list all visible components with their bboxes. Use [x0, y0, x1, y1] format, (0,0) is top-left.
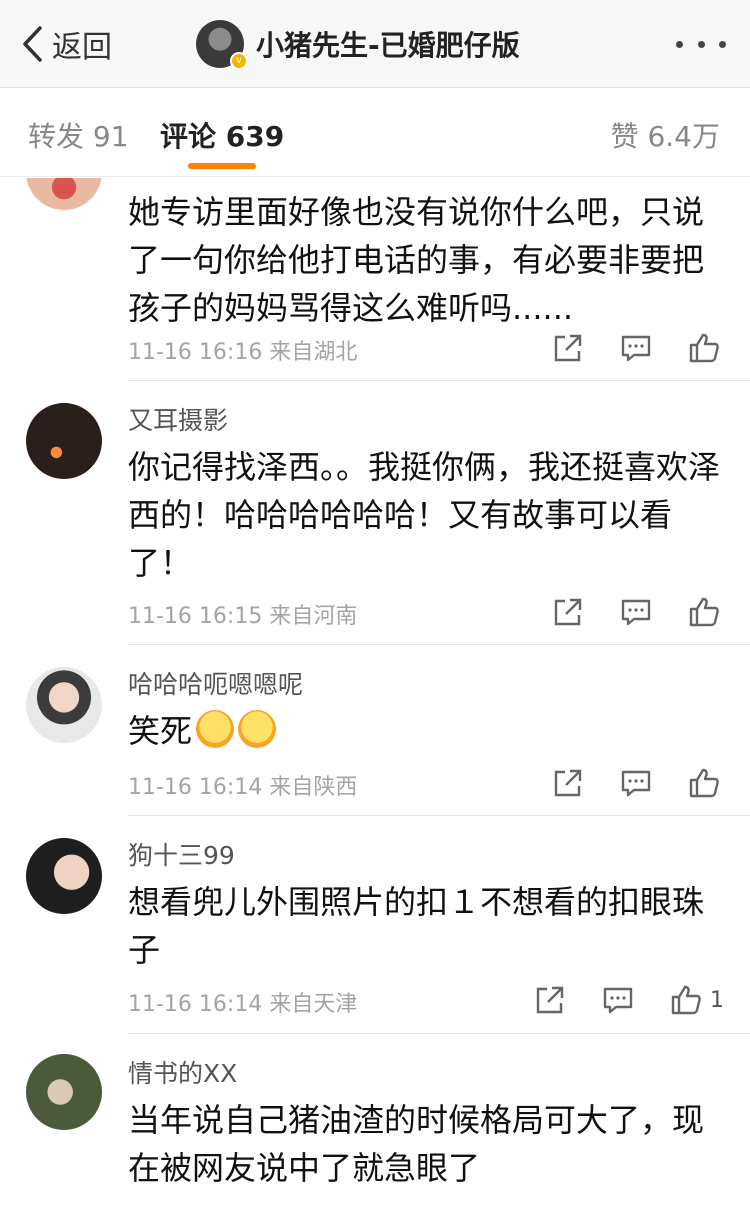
comment-username[interactable]: 狗十三99	[128, 838, 722, 874]
comment-text: 想看兜儿外围照片的扣１不想看的扣眼珠子	[128, 883, 705, 969]
comment-icon	[621, 335, 651, 362]
comment-list[interactable]: 她专访里面好像也没有说你什么吧，只说了一句你给他打电话的事，有必要非要把孩子的妈…	[0, 178, 750, 1226]
comment-actions	[520, 328, 724, 368]
comment-item: 情书的XX 当年说自己猪油渣的时候格局可大了，现在被网友说中了就急眼了	[0, 1034, 750, 1226]
reply-button[interactable]	[616, 328, 656, 368]
comment-body: 又耳摄影 你记得找泽西。。我挺你俩，我还挺喜欢泽西的！哈哈哈哈哈哈！又有故事可以…	[128, 403, 722, 587]
comment-meta: 11-16 16:14 来自陕西	[128, 775, 358, 800]
share-button[interactable]	[548, 328, 588, 368]
share-button[interactable]	[530, 980, 570, 1020]
comment-body: 哈哈哈呃嗯嗯呢 笑死	[128, 667, 722, 755]
comment-body: 情书的XX 当年说自己猪油渣的时候格局可大了，现在被网友说中了就急眼了	[128, 1056, 722, 1192]
comment-username[interactable]: 哈哈哈呃嗯嗯呢	[128, 667, 722, 703]
back-label: 返回	[52, 30, 112, 65]
comment-text: 当年说自己猪油渣的时候格局可大了，现在被网友说中了就急眼了	[128, 1101, 705, 1187]
avatar[interactable]	[26, 403, 102, 479]
avatar[interactable]	[26, 838, 102, 914]
thumbs-up-icon	[689, 597, 719, 627]
comment-body: 狗十三99 想看兜儿外围照片的扣１不想看的扣眼珠子	[128, 838, 722, 974]
like-button[interactable]	[666, 980, 706, 1020]
active-tab-indicator	[188, 163, 256, 169]
share-button[interactable]	[548, 592, 588, 632]
top-nav-bar: 返回 v 小猪先生-已婚肥仔版	[0, 0, 750, 88]
avatar[interactable]	[26, 178, 102, 210]
reply-button[interactable]	[616, 763, 656, 803]
thumbs-up-icon	[689, 333, 719, 363]
thumbs-up-icon	[671, 985, 701, 1015]
share-button[interactable]	[548, 763, 588, 803]
avatar[interactable]	[26, 1054, 102, 1130]
comment-text: 笑死	[128, 707, 722, 755]
avatar[interactable]	[26, 667, 102, 743]
comment-meta: 11-16 16:15 来自河南	[128, 604, 358, 629]
share-icon	[554, 769, 582, 797]
comment-text: 你记得找泽西。。我挺你俩，我还挺喜欢泽西的！哈哈哈哈哈哈！又有故事可以看了！	[128, 448, 721, 582]
comment-actions: 1	[502, 980, 724, 1020]
comment-body: 她专访里面好像也没有说你什么吧，只说了一句你给他打电话的事，有必要非要把孩子的妈…	[128, 188, 722, 332]
page-title: 小猪先生-已婚肥仔版	[256, 29, 520, 62]
more-dots-icon[interactable]	[676, 30, 726, 58]
comment-meta: 11-16 16:14 来自天津	[128, 992, 358, 1017]
share-icon	[554, 598, 582, 626]
dot	[697, 40, 705, 48]
laughing-emoji-icon	[196, 710, 235, 748]
comment-text-content: 笑死	[128, 712, 193, 750]
tab-bar: 转发 91 评论 639 赞 6.4万	[0, 89, 750, 177]
tab-like[interactable]: 赞 6.4万	[611, 115, 720, 155]
comment-actions	[520, 592, 724, 632]
comment-text: 她专访里面好像也没有说你什么吧，只说了一句你给他打电话的事，有必要非要把孩子的妈…	[128, 193, 705, 327]
comment-username[interactable]: 又耳摄影	[128, 403, 722, 439]
share-icon	[554, 334, 582, 362]
comment-icon	[621, 599, 651, 626]
comment-meta: 11-16 16:16 来自湖北	[128, 340, 358, 365]
dot	[676, 40, 683, 48]
dot	[719, 40, 726, 48]
like-count: 1	[710, 987, 724, 1013]
comment-item: 狗十三99 想看兜儿外围照片的扣１不想看的扣眼珠子 11-16 16:14 来自…	[0, 816, 750, 1034]
reply-button[interactable]	[616, 592, 656, 632]
thumbs-up-icon	[689, 768, 719, 798]
profile-header[interactable]: v 小猪先生-已婚肥仔版	[196, 18, 520, 70]
chevron-left-icon	[23, 26, 42, 62]
comment-icon	[603, 987, 633, 1014]
comment-item: 又耳摄影 你记得找泽西。。我挺你俩，我还挺喜欢泽西的！哈哈哈哈哈哈！又有故事可以…	[0, 381, 750, 645]
tab-repost[interactable]: 转发 91	[28, 115, 129, 155]
like-button[interactable]	[684, 592, 724, 632]
comment-username[interactable]: 情书的XX	[128, 1056, 722, 1092]
comment-actions	[520, 763, 724, 803]
tab-comment[interactable]: 评论 639	[160, 115, 284, 155]
reply-button[interactable]	[598, 980, 638, 1020]
comment-item: 哈哈哈呃嗯嗯呢 笑死 11-16 16:14 来自陕西	[0, 645, 750, 816]
share-icon	[536, 986, 564, 1014]
avatar[interactable]: v	[196, 20, 248, 70]
verified-badge-icon: v	[230, 52, 248, 70]
comment-item: 她专访里面好像也没有说你什么吧，只说了一句你给他打电话的事，有必要非要把孩子的妈…	[0, 178, 750, 381]
comment-icon	[621, 770, 651, 797]
like-button[interactable]	[684, 763, 724, 803]
laughing-emoji-icon	[238, 710, 277, 748]
like-button[interactable]	[684, 328, 724, 368]
back-button[interactable]: 返回	[20, 22, 112, 66]
